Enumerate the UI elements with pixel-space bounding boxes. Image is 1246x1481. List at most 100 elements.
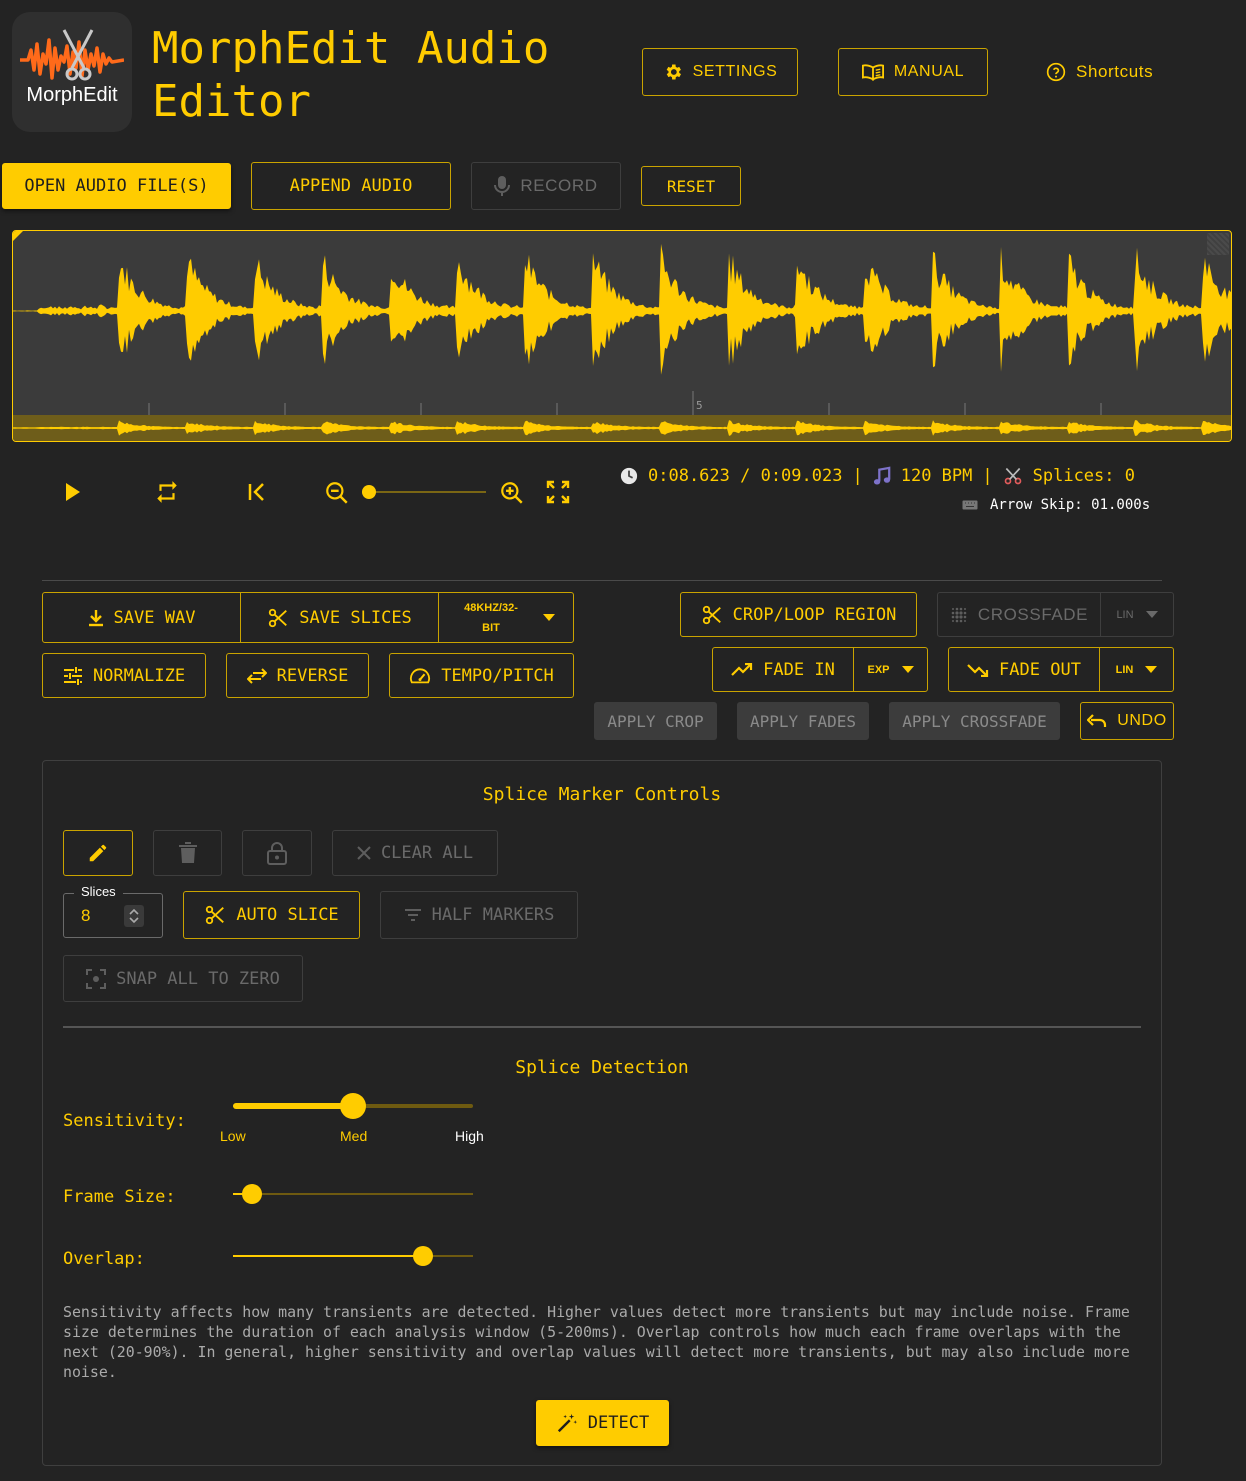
- lock-open-icon: [267, 842, 287, 865]
- save-button-group: SAVE WAV SAVE SLICES 48KHZ/32- BIT: [42, 592, 574, 643]
- crossfade-button[interactable]: CROSSFADE: [938, 593, 1100, 636]
- normalize-button[interactable]: NORMALIZE: [42, 653, 206, 698]
- region-start-handle[interactable]: [13, 231, 23, 241]
- reset-label: RESET: [666, 176, 716, 196]
- shortcuts-link[interactable]: Shortcuts: [1046, 60, 1153, 84]
- trash-icon: [178, 842, 197, 863]
- sensitivity-label: Sensitivity:: [63, 1111, 186, 1131]
- skip-to-start-icon[interactable]: [246, 481, 268, 503]
- book-icon: [861, 64, 884, 81]
- fade-in-group: FADE IN EXP: [712, 647, 928, 692]
- save-slices-button[interactable]: SAVE SLICES: [241, 593, 438, 642]
- detect-button[interactable]: DETECT: [536, 1400, 669, 1446]
- microphone-icon: [494, 176, 511, 196]
- fade-in-label: FADE IN: [763, 659, 835, 680]
- overlap-slider-fill: [233, 1255, 423, 1257]
- time-readout: 0:08.623 / 0:09.023: [648, 466, 843, 486]
- crop-loop-label: CROP/LOOP REGION: [732, 604, 897, 625]
- record-button[interactable]: RECORD: [471, 162, 621, 210]
- fade-in-button[interactable]: FADE IN: [713, 648, 853, 691]
- tempo-pitch-button[interactable]: TEMPO/PITCH: [389, 653, 574, 698]
- magic-wand-icon: [557, 1413, 577, 1433]
- detection-help-text: Sensitivity affects how many transients …: [63, 1303, 1130, 1381]
- zoom-slider[interactable]: [356, 482, 488, 502]
- auto-slice-button[interactable]: AUTO SLICE: [183, 891, 360, 939]
- slices-input-value[interactable]: 8: [81, 906, 90, 926]
- fade-out-button[interactable]: FADE OUT: [949, 648, 1099, 691]
- sensitivity-slider-thumb[interactable]: [340, 1093, 366, 1119]
- apply-crossfade-button[interactable]: APPLY CROSSFADE: [889, 702, 1060, 740]
- fade-out-curve-select[interactable]: LIN: [1100, 648, 1173, 691]
- pencil-icon: [89, 844, 107, 862]
- overview-strip[interactable]: [13, 415, 1231, 441]
- sensitivity-slider[interactable]: [233, 1093, 473, 1119]
- frame-size-slider-thumb[interactable]: [242, 1184, 263, 1204]
- settings-button[interactable]: SETTINGS: [642, 48, 798, 96]
- app-title-line1: MorphEdit Audio: [152, 23, 550, 74]
- clear-all-button[interactable]: CLEAR ALL: [332, 830, 498, 876]
- delete-marker-button[interactable]: [153, 830, 222, 876]
- crop-loop-button[interactable]: CROP/LOOP REGION: [680, 592, 917, 637]
- edit-markers-button[interactable]: [63, 830, 133, 876]
- gear-icon: [666, 64, 681, 80]
- sensitivity-slider-fill: [233, 1103, 353, 1109]
- filter-list-icon: [404, 909, 421, 921]
- auto-slice-label: AUTO SLICE: [236, 905, 339, 925]
- snap-all-button[interactable]: SNAP ALL TO ZERO: [63, 955, 303, 1002]
- format-select[interactable]: 48KHZ/32- BIT: [439, 593, 573, 642]
- reset-button[interactable]: RESET: [641, 166, 741, 206]
- apply-crop-label: APPLY CROP: [607, 711, 704, 731]
- open-audio-button[interactable]: OPEN AUDIO FILE(S): [2, 163, 231, 209]
- lock-marker-button[interactable]: [242, 830, 312, 876]
- scissors-icon: [702, 605, 721, 624]
- slices-input[interactable]: Slices 8: [63, 884, 163, 938]
- zoom-slider-thumb[interactable]: [362, 485, 376, 499]
- reverse-button[interactable]: REVERSE: [226, 653, 369, 698]
- manual-label: MANUAL: [893, 63, 965, 80]
- reverse-label: REVERSE: [276, 665, 349, 686]
- chevron-down-icon: [1145, 610, 1158, 618]
- zoom-in-icon[interactable]: [499, 480, 525, 506]
- keyboard-icon: [962, 500, 978, 510]
- fullscreen-icon[interactable]: [546, 480, 570, 504]
- scissors-icon: [206, 905, 225, 925]
- shortcuts-label: Shortcuts: [1076, 62, 1154, 81]
- zoom-out-icon[interactable]: [324, 480, 350, 506]
- play-icon[interactable]: [64, 482, 82, 502]
- status-divider-2: |: [982, 466, 993, 486]
- clock-icon: [620, 467, 638, 485]
- waveform-scissors-logo-icon: [20, 29, 124, 81]
- crossfade-curve-select[interactable]: LIN: [1101, 593, 1173, 636]
- status-readout: 0:08.623 / 0:09.023 | 120 BPM | Splices:…: [620, 464, 1135, 488]
- blur-grid-icon: [951, 607, 967, 622]
- arrow-skip-text: Arrow Skip: 01.000s: [990, 497, 1151, 513]
- overlap-slider-thumb[interactable]: [412, 1246, 433, 1266]
- slices-input-label: Slices: [74, 884, 123, 899]
- fade-in-curve-select[interactable]: EXP: [854, 648, 927, 691]
- overlap-slider[interactable]: [233, 1246, 473, 1266]
- save-wav-label: SAVE WAV: [113, 607, 196, 628]
- waveform-shape: [13, 243, 1231, 375]
- save-wav-button[interactable]: SAVE WAV: [43, 593, 240, 642]
- manual-button[interactable]: MANUAL: [838, 48, 988, 96]
- apply-crop-button[interactable]: APPLY CROP: [594, 702, 717, 740]
- waveform-view[interactable]: 5: [12, 230, 1232, 442]
- slices-stepper[interactable]: [124, 905, 144, 927]
- fade-out-group: FADE OUT LIN: [948, 647, 1174, 692]
- loop-icon[interactable]: [154, 479, 180, 505]
- panel-divider: [63, 1026, 1141, 1028]
- overview-waveform-shape: [13, 420, 1231, 436]
- frame-size-slider[interactable]: [233, 1184, 473, 1204]
- undo-button[interactable]: UNDO: [1080, 702, 1174, 740]
- append-audio-button[interactable]: APPEND AUDIO: [251, 162, 451, 210]
- record-label: RECORD: [520, 176, 598, 195]
- close-icon: [357, 846, 371, 860]
- half-markers-button[interactable]: HALF MARKERS: [380, 891, 578, 939]
- apply-fades-button[interactable]: APPLY FADES: [737, 702, 869, 740]
- download-icon: [88, 609, 103, 626]
- format-line2: BIT: [482, 621, 500, 634]
- waveform-main[interactable]: [13, 231, 1231, 415]
- undo-label: UNDO: [1117, 712, 1167, 729]
- status-divider: |: [852, 466, 863, 486]
- unfold-icon: [129, 908, 139, 924]
